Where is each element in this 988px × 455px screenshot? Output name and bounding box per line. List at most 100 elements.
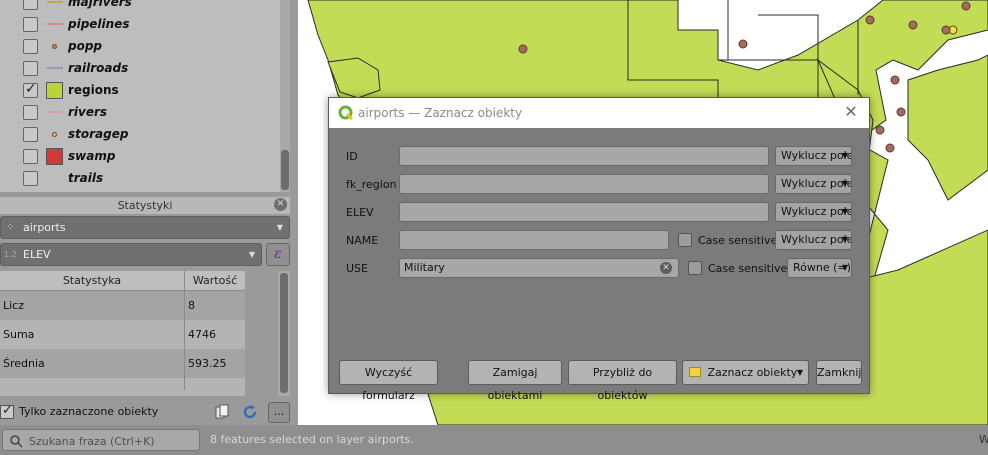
table-row[interactable]: Średnia 593.25 [0,349,245,378]
layers-panel: majrivers pipelines popp railroads regions ri… [0,0,290,192]
refresh-icon[interactable] [242,404,258,420]
locator-search-box[interactable] [2,429,200,451]
airport-point [865,15,875,25]
table-row[interactable]: Suma 4746 [0,320,245,349]
layer-item-regions[interactable]: regions [0,79,280,101]
airport-point [908,20,918,30]
operator-dropdown-id[interactable]: Wyklucz pole ▼ [775,146,852,166]
layer-symbol-icon [46,147,63,165]
layer-visibility-checkbox[interactable] [23,60,38,76]
layer-item-storagep[interactable]: storagep [0,123,280,145]
layer-name: majrivers [68,0,132,9]
field-input-fk_region[interactable] [399,174,769,194]
expression-button[interactable]: ε [266,243,290,266]
layer-item-trails[interactable]: trails [0,167,280,189]
layer-name: storagep [68,127,129,141]
table-header: Statystyka Wartość [0,271,245,291]
dialog-title: airports — Zaznacz obiekty [358,106,523,120]
airport-point [885,143,895,153]
field-input-name[interactable] [399,230,669,250]
zoom-to-features-button[interactable]: Przybliż do obiektów [568,360,677,402]
field-input-elev[interactable] [399,202,769,222]
close-button[interactable]: Zamknij [816,360,862,385]
dialog-titlebar[interactable]: airports — Zaznacz obiekty ✕ [329,98,869,128]
close-panel-icon[interactable]: ✕ [274,198,287,211]
clear-form-button[interactable]: Wyczyść formularz [339,360,438,402]
status-right-text: W [979,433,988,446]
case-sensitive-label: Case sensitive [708,262,788,275]
chevron-down-icon: ▼ [841,235,848,244]
layer-visibility-checkbox[interactable] [23,81,38,98]
table-body: Licz 8 Suma 4746 Średnia 593.25 [0,291,245,378]
field-label-elev: ELEV [346,206,374,219]
chevron-down-icon: ▼ [841,151,848,160]
field-select[interactable]: 1.2 ELEV ▼ [0,243,262,266]
layer-visibility-checkbox[interactable] [23,126,38,142]
select-features-button[interactable]: Zaznacz obiekty ▼ [682,360,809,385]
chevron-down-icon[interactable]: ▼ [797,361,803,384]
chevron-down-icon: ▼ [248,250,255,259]
airport-point [890,75,900,85]
only-selected-label: Tylko zaznaczone obiekty [19,405,159,418]
case-sensitive-checkbox[interactable] [678,233,692,247]
airport-point [941,25,951,35]
table-row[interactable] [0,378,245,396]
layer-visibility-checkbox[interactable] [23,170,38,186]
layer-item-majrivers[interactable]: majrivers [0,0,280,13]
operator-dropdown-elev[interactable]: Wyklucz pole ▼ [775,202,852,222]
field-input-id[interactable] [399,146,769,166]
clear-text-icon[interactable]: ✕ [660,262,672,274]
close-dialog-button[interactable]: ✕ [841,102,861,122]
layer-symbol-icon [46,81,63,99]
search-icon [10,435,23,448]
operator-dropdown-fk_region[interactable]: Wyklucz pole ▼ [775,174,852,194]
more-options-button[interactable]: ... [268,402,290,423]
scrollbar-thumb[interactable] [280,273,288,393]
table-cell-statistic: Średnia [0,349,185,378]
table-cell-value: 8 [188,299,195,312]
select-features-icon [689,367,701,377]
layers-scrollbar[interactable] [280,0,290,192]
layer-visibility-checkbox[interactable] [23,38,38,54]
search-input[interactable] [29,433,194,449]
layer-visibility-checkbox[interactable] [23,0,38,10]
layer-item-swamp[interactable]: swamp [0,145,280,167]
layer-visibility-checkbox[interactable] [23,16,38,32]
field-input-use[interactable]: Military ✕ [399,258,679,278]
scrollbar-thumb[interactable] [281,150,289,190]
layer-visibility-checkbox[interactable] [23,148,38,164]
select-features-label: Zaznacz obiekty [707,366,798,379]
airport-point [875,125,885,135]
layer-name: popp [68,39,103,53]
layer-item-popp[interactable]: popp [0,35,280,57]
layer-select[interactable]: ⁘ airports ▼ [0,216,290,239]
airport-point [961,1,971,11]
qgis-logo-icon [338,105,354,121]
flash-features-button[interactable]: Zamigaj obiektami [468,360,562,402]
layer-item-railroads[interactable]: railroads [0,57,280,79]
table-cell-statistic: Suma [0,320,185,349]
layer-name: regions [68,83,119,97]
statistics-table: Statystyka Wartość Licz 8 Suma 4746 Średnia 5… [0,271,245,396]
numeric-field-icon: 1.2 [4,250,17,259]
layer-item-pipelines[interactable]: pipelines [0,13,280,35]
layer-symbol-icon [46,170,63,187]
column-header-value[interactable]: Wartość [185,271,245,290]
table-row[interactable]: Licz 8 [0,291,245,320]
table-cell [0,378,185,390]
column-header-statistic[interactable]: Statystyka [0,271,185,290]
only-selected-checkbox[interactable] [0,403,14,419]
table-scrollbar[interactable] [278,271,290,396]
operator-dropdown-use[interactable]: Równe (=) ▼ [787,258,852,278]
close-button-label: Zamknij [817,366,862,379]
case-sensitive-checkbox[interactable] [688,261,702,275]
chevron-down-icon: ▼ [841,263,848,272]
operator-dropdown-name[interactable]: Wyklucz pole ▼ [775,230,852,250]
layer-name: railroads [68,61,129,75]
layer-symbol-icon [46,126,63,143]
copy-icon[interactable] [215,404,229,420]
layer-visibility-checkbox[interactable] [23,104,38,120]
chevron-down-icon: ▼ [841,207,848,216]
table-cell-value: 4746 [188,328,216,341]
layer-item-rivers[interactable]: rivers [0,101,280,123]
